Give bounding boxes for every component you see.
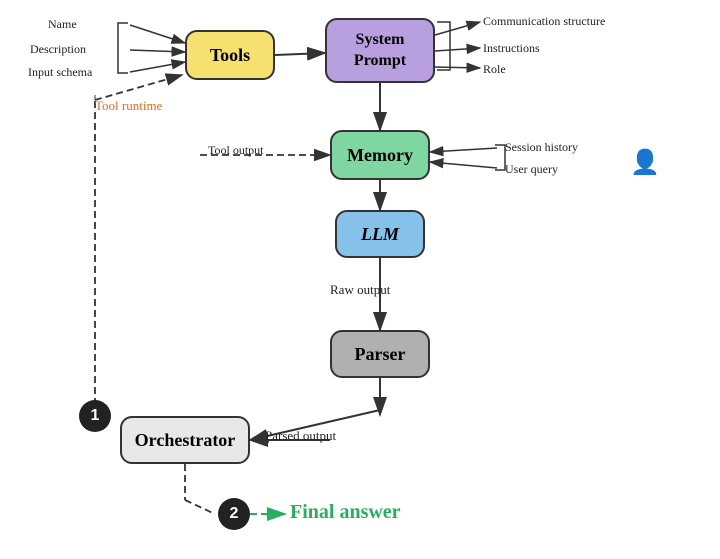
orchestrator-label: Orchestrator	[135, 430, 236, 451]
badge-1: 1	[79, 400, 111, 432]
tools-label: Tools	[210, 45, 250, 66]
instructions-label: Instructions	[483, 41, 540, 56]
tools-box: Tools	[185, 30, 275, 80]
name-label: Name	[48, 17, 77, 32]
user-query-label: User query	[505, 162, 558, 177]
tool-runtime-label: Tool runtime	[95, 98, 162, 114]
user-icon: 👤	[630, 148, 660, 177]
system-prompt-label: SystemPrompt	[354, 30, 406, 72]
raw-output-label: Raw output	[330, 282, 390, 298]
badge-2-label: 2	[230, 505, 239, 523]
badge-1-label: 1	[91, 407, 100, 425]
memory-label: Memory	[347, 145, 413, 166]
description-label: Description	[30, 42, 86, 57]
orchestrator-box: Orchestrator	[120, 416, 250, 464]
diagram: Tools SystemPrompt Memory LLM Parser Orc…	[0, 0, 720, 559]
llm-label: LLM	[361, 224, 399, 245]
parsed-output-label: Parsed output	[265, 428, 336, 444]
session-history-label: Session history	[505, 140, 578, 155]
llm-box: LLM	[335, 210, 425, 258]
tool-output-label: Tool output	[208, 143, 264, 158]
communication-structure-label: Communication structure	[483, 14, 605, 29]
system-prompt-box: SystemPrompt	[325, 18, 435, 83]
parser-box: Parser	[330, 330, 430, 378]
final-answer-label: Final answer	[290, 501, 401, 524]
memory-box: Memory	[330, 130, 430, 180]
input-schema-label: Input schema	[28, 65, 92, 80]
badge-2: 2	[218, 498, 250, 530]
parser-label: Parser	[355, 344, 406, 365]
role-label: Role	[483, 62, 506, 77]
arrows-svg	[0, 0, 720, 559]
